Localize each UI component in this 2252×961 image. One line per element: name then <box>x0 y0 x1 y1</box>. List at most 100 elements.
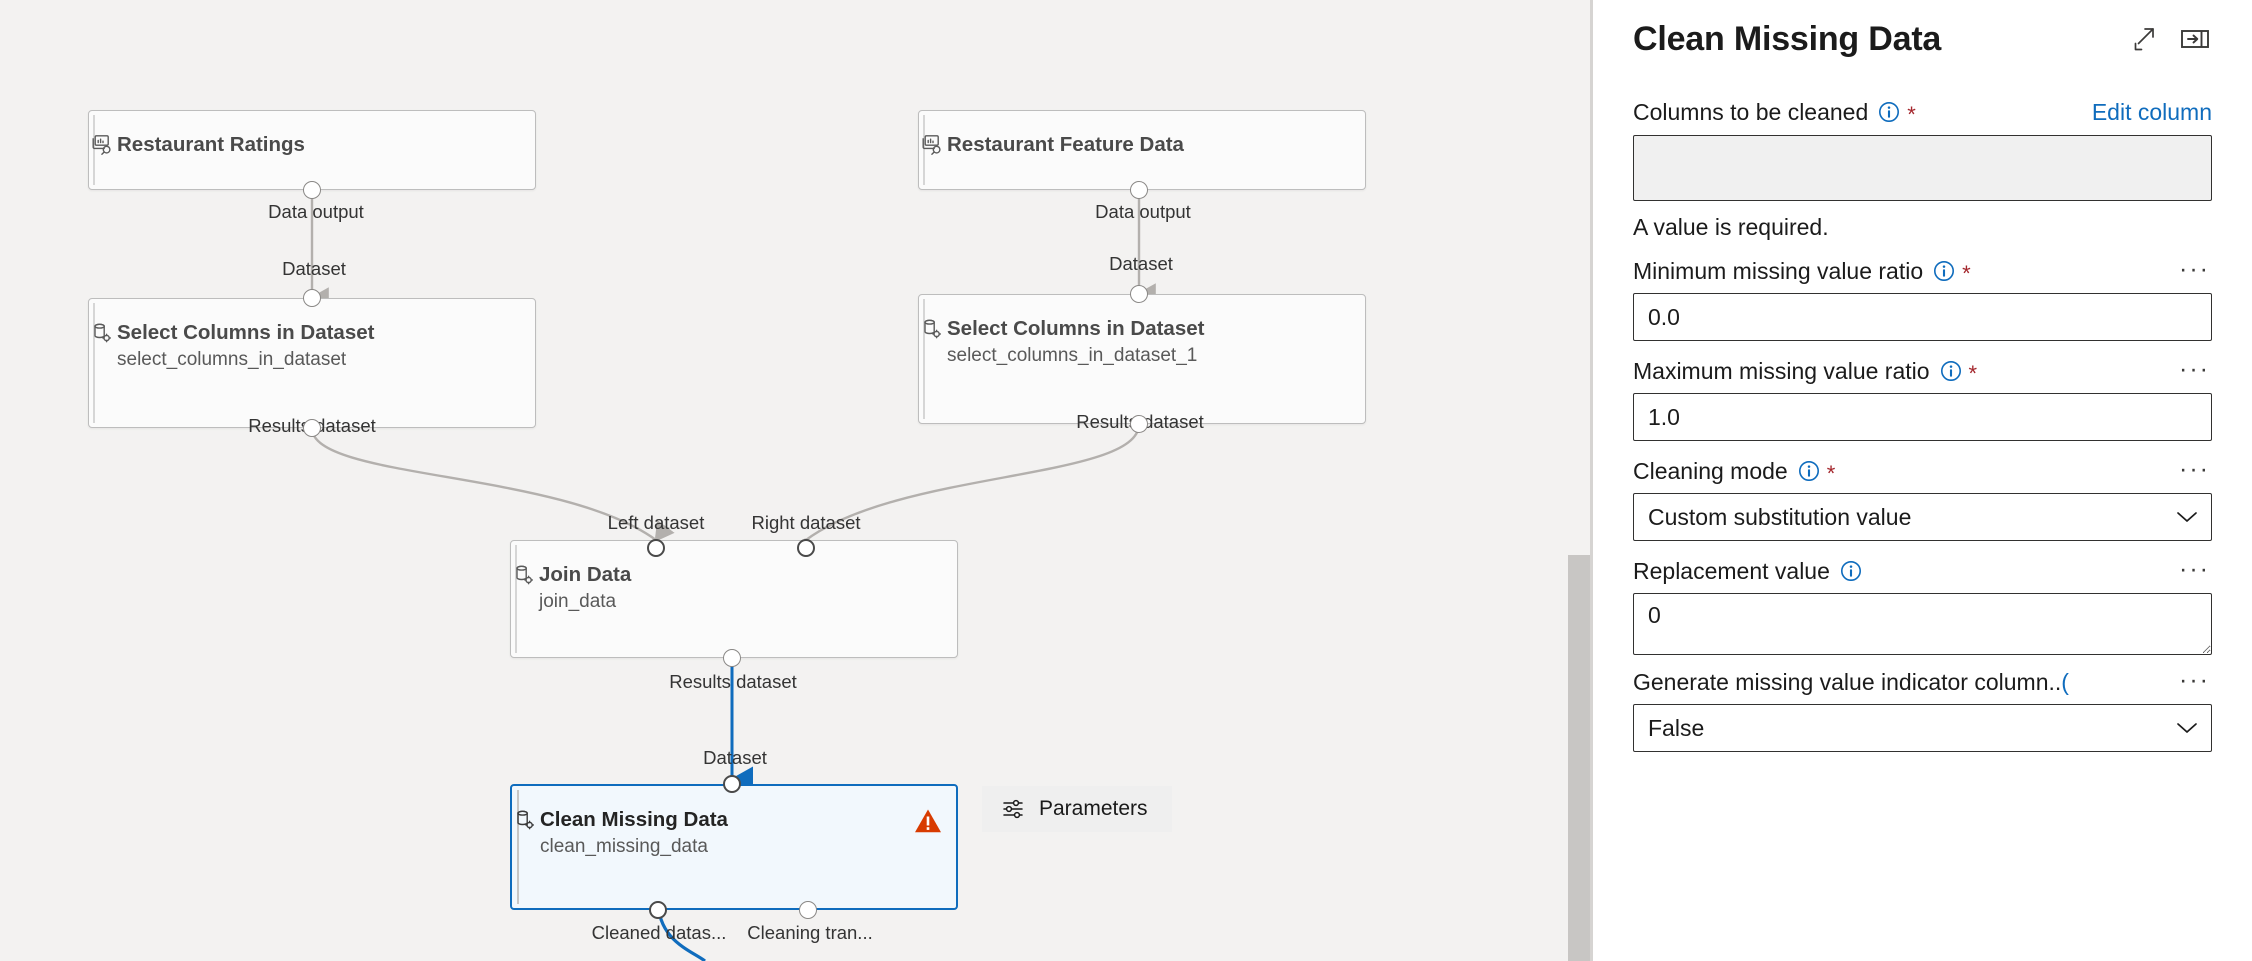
module-gear-icon <box>513 564 535 586</box>
required-asterisk: * <box>1962 261 1971 286</box>
node-restaurant-ratings[interactable]: Restaurant Ratings <box>88 110 536 190</box>
port-label-right-dataset: Right dataset <box>751 512 861 533</box>
node-title: Join Data <box>539 563 632 586</box>
sliders-icon <box>1002 798 1026 820</box>
field-cleaning-mode: Cleaning mode * ··· Custom substitution … <box>1633 455 2212 541</box>
panel-header: Clean Missing Data <box>1633 0 2212 70</box>
field-label-row: Minimum missing value ratio * ··· <box>1633 255 2212 287</box>
port-label-results-dataset: Results dataset <box>669 671 797 692</box>
field-label: Replacement value <box>1633 557 1830 584</box>
more-options-button[interactable]: ··· <box>2177 457 2212 484</box>
port-dataset-in-clean[interactable] <box>723 775 741 793</box>
node-accent-bar <box>93 303 95 423</box>
properties-panel: Clean Missing Data Columns to be cleaned… <box>1593 0 2252 961</box>
node-title: Restaurant Ratings <box>117 133 305 156</box>
port-label-cleaned-dataset: Cleaned datas... <box>591 922 727 943</box>
info-icon[interactable] <box>1940 360 1962 382</box>
node-accent-bar <box>515 545 517 653</box>
canvas-vertical-scrollbar-thumb[interactable] <box>1568 555 1590 961</box>
port-results-dataset-join[interactable] <box>723 649 741 667</box>
node-title: Select Columns in Dataset <box>947 317 1205 340</box>
generate-indicator-selected-value: False <box>1648 714 1705 741</box>
port-label-data-output: Data output <box>1095 201 1191 222</box>
port-label-dataset: Dataset <box>1109 253 1173 274</box>
field-maximum-missing-value-ratio: Maximum missing value ratio * ··· <box>1633 355 2212 441</box>
required-asterisk: * <box>1826 461 1836 486</box>
info-icon[interactable] <box>1840 560 1862 582</box>
field-label-row: Generate missing value indicator column.… <box>1633 666 2212 698</box>
more-options-button[interactable]: ··· <box>2177 357 2212 384</box>
maximum-missing-value-ratio-input[interactable] <box>1633 393 2212 441</box>
port-cleaned-dataset-out[interactable] <box>649 901 667 919</box>
port-data-output-feature[interactable] <box>1130 181 1148 199</box>
edit-column-link[interactable]: Edit column <box>2092 99 2212 126</box>
port-dataset-in-select-right[interactable] <box>1130 285 1148 303</box>
node-subtitle: clean_missing_data <box>540 836 708 857</box>
port-right-dataset[interactable] <box>797 539 815 557</box>
columns-selection-box[interactable] <box>1633 135 2212 201</box>
info-icon[interactable] <box>1933 260 1955 282</box>
node-subtitle: select_columns_in_dataset <box>117 349 347 370</box>
validation-error-message: A value is required. <box>1633 214 1829 240</box>
port-data-output-ratings[interactable] <box>303 181 321 199</box>
node-title: Clean Missing Data <box>540 808 728 831</box>
node-clean-missing-data[interactable]: Clean Missing Data clean_missing_data <box>510 784 958 910</box>
node-accent-bar <box>517 790 519 904</box>
module-gear-icon <box>514 809 536 831</box>
dataset-search-icon <box>921 134 943 156</box>
collapse-panel-icon[interactable] <box>2178 22 2212 56</box>
info-icon[interactable]: ( <box>2061 669 2069 696</box>
field-label: Generate missing value indicator column.… <box>1633 668 2062 695</box>
parameters-button[interactable]: Parameters <box>982 786 1172 832</box>
field-label: Minimum missing value ratio <box>1633 257 1924 284</box>
module-gear-icon <box>91 322 113 344</box>
node-title: Select Columns in Dataset <box>117 321 375 344</box>
more-options-button[interactable]: ··· <box>2177 557 2212 584</box>
node-select-columns-in-dataset-1[interactable]: Select Columns in Dataset select_columns… <box>918 294 1366 424</box>
port-label-dataset: Dataset <box>282 258 346 279</box>
port-results-dataset-select-left[interactable] <box>303 419 321 437</box>
generate-indicator-select[interactable]: False <box>1633 704 2212 752</box>
cleaning-mode-selected-value: Custom substitution value <box>1648 503 1912 530</box>
parameters-button-label: Parameters <box>1039 797 1148 820</box>
app-root: Restaurant Ratings Data output Dataset S… <box>0 0 2252 961</box>
page-title: Clean Missing Data <box>1633 19 1942 58</box>
pipeline-canvas[interactable]: Restaurant Ratings Data output Dataset S… <box>0 0 1593 961</box>
field-columns-to-be-cleaned: Columns to be cleaned * Edit column A va… <box>1633 96 2212 241</box>
port-label-left-dataset: Left dataset <box>607 512 705 533</box>
field-replacement-value: Replacement value ··· <box>1633 555 2212 660</box>
port-label-data-output: Data output <box>268 201 364 222</box>
field-label: Maximum missing value ratio <box>1633 357 1930 384</box>
generate-indicator-select-wrapper: False <box>1633 704 2212 752</box>
port-dataset-in-select-left[interactable] <box>303 289 321 307</box>
port-label-dataset-in-clean: Dataset <box>703 747 767 768</box>
port-results-dataset-select-right[interactable] <box>1130 415 1148 433</box>
minimum-missing-value-ratio-input[interactable] <box>1633 293 2212 341</box>
info-icon[interactable] <box>1798 460 1820 482</box>
port-label-cleaning-transformation: Cleaning tran... <box>747 922 873 943</box>
field-label-row: Replacement value ··· <box>1633 555 2212 587</box>
node-restaurant-feature-data[interactable]: Restaurant Feature Data <box>918 110 1366 190</box>
node-title: Restaurant Feature Data <box>947 133 1184 156</box>
module-gear-icon <box>921 318 943 340</box>
field-label: Cleaning mode <box>1633 457 1788 484</box>
dataset-search-icon <box>91 134 113 156</box>
node-accent-bar <box>923 299 925 419</box>
cleaning-mode-select[interactable]: Custom substitution value <box>1633 493 2212 541</box>
required-asterisk: * <box>1907 102 1916 127</box>
more-options-button[interactable]: ··· <box>2177 257 2212 284</box>
field-generate-missing-value-indicator-column: Generate missing value indicator column.… <box>1633 666 2212 752</box>
field-label-row: Columns to be cleaned * Edit column <box>1633 96 2212 128</box>
warning-icon[interactable] <box>914 808 942 834</box>
node-join-data[interactable]: Join Data join_data <box>510 540 958 658</box>
more-options-button[interactable]: ··· <box>2177 668 2212 695</box>
replacement-value-input[interactable] <box>1633 593 2212 655</box>
port-cleaning-transformation-out[interactable] <box>799 901 817 919</box>
required-asterisk: * <box>1968 361 1978 386</box>
expand-icon[interactable] <box>2126 22 2160 56</box>
cleaning-mode-select-wrapper: Custom substitution value <box>1633 493 2212 541</box>
field-label-row: Cleaning mode * ··· <box>1633 455 2212 487</box>
node-select-columns-in-dataset[interactable]: Select Columns in Dataset select_columns… <box>88 298 536 428</box>
port-left-dataset[interactable] <box>647 539 665 557</box>
info-icon[interactable] <box>1878 101 1900 123</box>
